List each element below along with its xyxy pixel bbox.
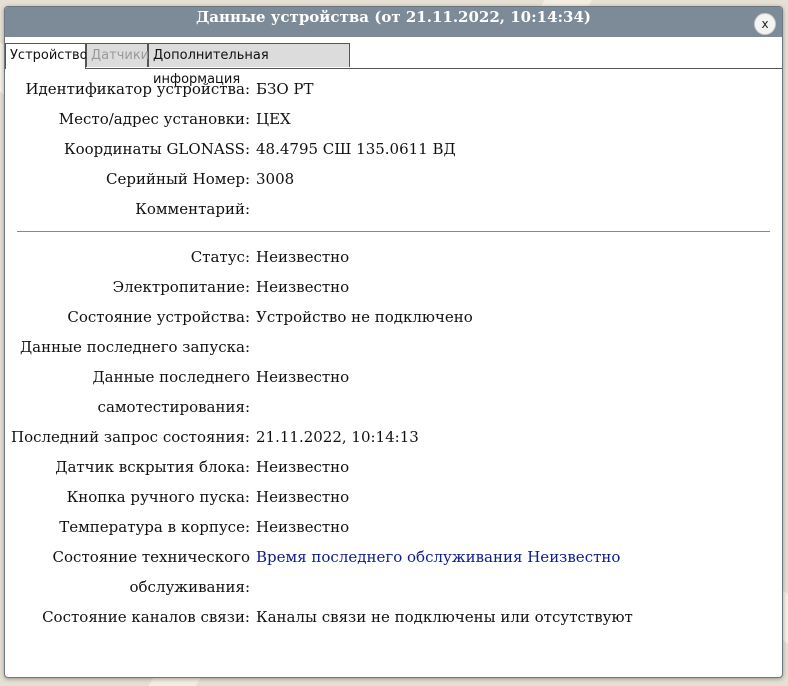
tab-content-device: Идентификатор устройства: БЗО РТ Место/а…: [5, 69, 782, 677]
tab-bar: Устройство Датчики Дополнительная информ…: [5, 43, 782, 87]
row-manual-start: Кнопка ручного пуска: Неизвестно: [5, 482, 782, 512]
tab-additional-info[interactable]: Дополнительная информация: [148, 43, 350, 87]
last-request-value: 21.11.2022, 10:14:13: [256, 428, 419, 446]
selftest-label-line1: Данные последнего: [92, 368, 250, 386]
glonass-coords-value: 48.4795 СШ 135.0611 ВД: [256, 140, 456, 158]
row-comment: Комментарий:: [5, 194, 782, 224]
maintenance-link[interactable]: Время последнего обслуживания Неизвестно: [256, 542, 620, 572]
section-divider: [17, 231, 770, 232]
temperature-value: Неизвестно: [256, 518, 350, 536]
manual-start-label: Кнопка ручного пуска:: [66, 488, 250, 506]
device-id-value: БЗО РТ: [256, 80, 314, 98]
row-tamper-sensor: Датчик вскрытия блока: Неизвестно: [5, 452, 782, 482]
tamper-sensor-label: Датчик вскрытия блока:: [55, 458, 250, 476]
temperature-label: Температура в корпусе:: [59, 518, 250, 536]
comment-label: Комментарий:: [135, 200, 250, 218]
device-state-label: Состояние устройства:: [67, 308, 250, 326]
device-id-label: Идентификатор устройства:: [25, 80, 250, 98]
selftest-value: Неизвестно: [256, 368, 350, 386]
row-power: Электропитание: Неизвестно: [5, 272, 782, 302]
row-selftest: Данные последнего самотестирования: Неиз…: [5, 362, 782, 422]
dialog-titlebar[interactable]: Данные устройства (от 21.11.2022, 10:14:…: [5, 7, 782, 37]
row-serial-number: Серийный Номер: 3008: [5, 164, 782, 194]
maintenance-label-line2: обслуживания:: [129, 578, 250, 596]
row-device-id: Идентификатор устройства: БЗО РТ: [5, 74, 782, 104]
tab-sensors[interactable]: Датчики: [86, 43, 149, 67]
power-value: Неизвестно: [256, 278, 350, 296]
install-place-value: ЦЕХ: [256, 110, 291, 128]
tamper-sensor-value: Неизвестно: [256, 458, 350, 476]
manual-start-value: Неизвестно: [256, 488, 350, 506]
row-glonass-coords: Координаты GLONASS: 48.4795 СШ 135.0611 …: [5, 134, 782, 164]
close-button[interactable]: x: [754, 13, 776, 35]
row-channels: Состояние каналов связи: Каналы связи не…: [5, 602, 782, 632]
dialog-title: Данные устройства (от 21.11.2022, 10:14:…: [195, 8, 592, 26]
status-value: Неизвестно: [256, 248, 350, 266]
row-last-request: Последний запрос состояния: 21.11.2022, …: [5, 422, 782, 452]
row-temperature: Температура в корпусе: Неизвестно: [5, 512, 782, 542]
selftest-label-line2: самотестирования:: [97, 398, 250, 416]
row-device-state: Состояние устройства: Устройство не подк…: [5, 302, 782, 332]
row-maintenance: Состояние технического обслуживания: Вре…: [5, 542, 782, 602]
serial-number-value: 3008: [256, 170, 295, 188]
channels-value: Каналы связи не подключены или отсутству…: [256, 608, 633, 626]
last-request-label: Последний запрос состояния:: [11, 428, 250, 446]
row-status: Статус: Неизвестно: [5, 242, 782, 272]
glonass-coords-label: Координаты GLONASS:: [64, 140, 250, 158]
install-place-label: Место/адрес установки:: [58, 110, 250, 128]
serial-number-label: Серийный Номер:: [106, 170, 250, 188]
status-label: Статус:: [190, 248, 250, 266]
device-state-value: Устройство не подключено: [256, 308, 473, 326]
channels-label: Состояние каналов связи:: [42, 608, 250, 626]
tab-device[interactable]: Устройство: [5, 43, 88, 69]
maintenance-label-line1: Состояние технического: [52, 548, 250, 566]
last-launch-label: Данные последнего запуска:: [19, 338, 250, 356]
row-last-launch: Данные последнего запуска:: [5, 332, 782, 362]
power-label: Электропитание:: [112, 278, 250, 296]
device-data-dialog: Данные устройства (от 21.11.2022, 10:14:…: [4, 6, 783, 678]
row-install-place: Место/адрес установки: ЦЕХ: [5, 104, 782, 134]
